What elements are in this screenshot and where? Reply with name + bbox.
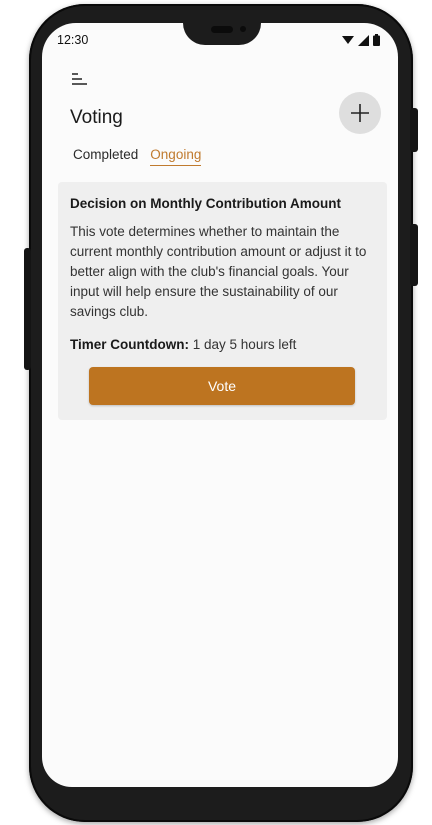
add-vote-button[interactable]: [339, 92, 381, 134]
status-icons: [342, 33, 380, 47]
tab-ongoing[interactable]: Ongoing: [150, 147, 202, 166]
timer-countdown: Timer Countdown: 1 day 5 hours left: [70, 337, 377, 352]
phone-side-button-left: [24, 248, 31, 370]
page-title: Voting: [70, 107, 123, 128]
vote-title: Decision on Monthly Contribution Amount: [70, 196, 341, 211]
speaker-grille: [211, 26, 233, 33]
menu-icon[interactable]: [70, 71, 88, 87]
timer-label: Timer Countdown:: [70, 337, 189, 352]
tab-bar: Completed Ongoing: [73, 147, 202, 166]
front-camera: [240, 26, 246, 32]
vote-button[interactable]: Vote: [89, 367, 355, 405]
battery-icon: [373, 34, 380, 46]
phone-notch: [183, 23, 261, 45]
phone-volume-button: [410, 224, 418, 286]
plus-icon: [351, 104, 369, 122]
wifi-icon: [342, 36, 354, 44]
phone-power-button: [410, 108, 418, 152]
signal-icon: [358, 34, 369, 46]
vote-card: Decision on Monthly Contribution Amount …: [58, 182, 387, 420]
timer-value: 1 day 5 hours left: [192, 337, 297, 352]
app-screen: 12:30 Voting Completed Ongoing Decision …: [42, 23, 398, 787]
status-time: 12:30: [57, 33, 89, 47]
tab-completed[interactable]: Completed: [73, 147, 138, 166]
vote-description: This vote determines whether to maintain…: [70, 224, 367, 319]
